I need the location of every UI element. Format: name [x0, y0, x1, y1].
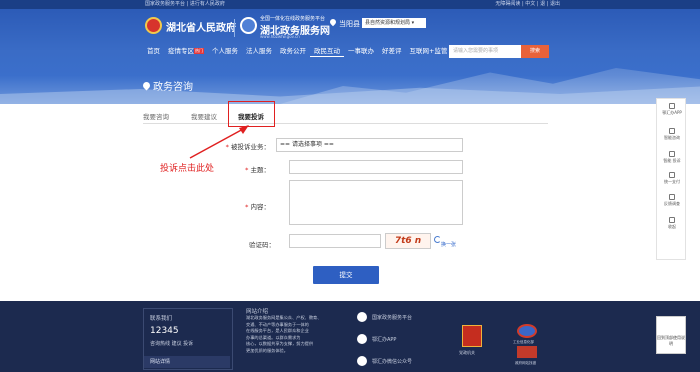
header-divider	[234, 19, 235, 37]
chat-icon	[669, 128, 675, 134]
nav-personal[interactable]: 个人服务	[208, 45, 242, 57]
hot-badge: 热门	[194, 48, 204, 54]
content-textarea[interactable]	[289, 180, 463, 225]
captcha-label: 验证码：	[249, 241, 275, 249]
nav-interaction[interactable]: 政民互动	[310, 45, 344, 57]
refresh-icon[interactable]	[434, 236, 441, 243]
location-pin-icon	[328, 17, 338, 27]
intro-title: 网站介绍	[246, 309, 269, 315]
footer-link-app[interactable]: 鄂汇办APP	[372, 336, 396, 343]
nav-home[interactable]: 首页	[143, 45, 164, 57]
tab-suggest[interactable]: 我要建议	[191, 111, 217, 121]
search-button[interactable]: 搜索	[521, 45, 549, 58]
highlight-box	[228, 101, 275, 127]
tab-consult[interactable]: 我要咨询	[143, 111, 169, 121]
nav-public[interactable]: 政务公开	[276, 45, 310, 57]
sidebar-pay[interactable]: 统一支付	[657, 172, 687, 185]
type-select[interactable]: == 请选择事项 ==	[276, 138, 463, 152]
site-details-button[interactable]: 网站详情	[144, 356, 230, 368]
nav-rating[interactable]: 好差评	[378, 45, 406, 57]
subject-input[interactable]	[289, 160, 463, 174]
subject-label: * 主题：	[245, 166, 270, 174]
footer-link-national[interactable]: 国家政务服务平台	[372, 314, 412, 321]
contact-note: 咨询热线 建议 投诉	[150, 341, 194, 347]
top-right-links[interactable]: 无障碍阅读 | 中文 | 退 | 退出	[495, 0, 560, 9]
app-icon	[357, 334, 367, 344]
captcha-image[interactable]: 7t6 n	[385, 233, 431, 249]
back-to-top-box[interactable]: 回到顶部使用说明	[656, 316, 686, 354]
sidebar-label: 鄂汇办APP	[662, 110, 682, 115]
search-input[interactable]: 请输入您需要的事项	[449, 45, 521, 58]
sidebar-label: 统一支付	[664, 179, 680, 184]
department-select[interactable]: 县自然资源和规划局 ▾	[362, 18, 426, 28]
service-subtitle: 全国一体化在线政务服务平台	[260, 16, 326, 22]
phone-icon	[669, 103, 675, 109]
content-label: * 内容：	[245, 203, 270, 211]
city-selector[interactable]: 当阳县	[339, 19, 360, 29]
nav-supervision[interactable]: 互联网+监管	[406, 45, 452, 57]
sidebar-collapse[interactable]: 收起	[657, 217, 687, 230]
nav-epidemic-label: 疫情专区	[168, 47, 194, 55]
captcha-input[interactable]	[289, 234, 381, 248]
wechat-icon	[357, 356, 367, 366]
service-logo-icon	[240, 17, 257, 34]
sidebar-app[interactable]: 鄂汇办APP	[657, 103, 687, 116]
nav-legal[interactable]: 法人服务	[242, 45, 276, 57]
service-url: www.hbzwfw.gov.cn	[260, 34, 300, 39]
gov-emblem-icon	[145, 17, 162, 34]
sidebar-label: 收起	[668, 224, 676, 229]
type-label: * 被投诉业务：	[225, 143, 270, 151]
floating-sidebar: 鄂汇办APP 智能咨询 智能 投诉 统一支付 反馈调查 收起	[656, 98, 686, 260]
sidebar-label: 反馈调查	[664, 201, 680, 206]
header: 湖北省人民政府 全国一体化在线政务服务平台 湖北政务服务网 www.hbzwfw…	[0, 9, 700, 104]
miit-badge-icon[interactable]	[517, 324, 537, 338]
nav-joint[interactable]: 一事联办	[344, 45, 378, 57]
badge-miit-label: 工业信息化部	[513, 340, 534, 344]
captcha-swap-link[interactable]: 换一张	[441, 241, 456, 248]
main-nav: 首页 疫情专区热门 个人服务 法人服务 政务公开 政民互动 一事联办 好差评 互…	[143, 45, 451, 57]
submit-button[interactable]: 提交	[313, 266, 379, 284]
error-report-badge-icon[interactable]	[517, 346, 537, 358]
badge-error-label: 政府网站找错	[515, 361, 536, 365]
top-links[interactable]: 国家政务服务平台 | 进行有人民政府	[145, 0, 225, 9]
sidebar-survey[interactable]: 反馈调查	[657, 194, 687, 207]
party-gov-badge-icon[interactable]	[462, 325, 482, 347]
top-bar: 国家政务服务平台 | 进行有人民政府 无障碍阅读 | 中文 | 退 | 退出	[0, 0, 700, 9]
sidebar-label: 智能咨询	[664, 135, 680, 140]
sidebar-label: 智能 投诉	[663, 158, 681, 163]
contact-title: 联系我们	[150, 316, 173, 322]
footer	[0, 301, 700, 372]
hotline-number: 12345	[150, 326, 179, 336]
page-title: 政务咨询	[153, 82, 193, 93]
badge-party-label: 党政机关	[459, 350, 475, 355]
title-pin-icon	[141, 80, 152, 91]
gov-name[interactable]: 湖北省人民政府	[166, 19, 236, 34]
national-platform-icon	[357, 312, 367, 322]
intro-text: 湖北政务服务网是集公众、产权、教育、 交通、不动产等办事服务于一体的 在线服务平台，…	[246, 315, 322, 353]
sidebar-complaint[interactable]: 智能 投诉	[657, 151, 687, 164]
tab-bar: 我要咨询 我要建议 我要投诉	[143, 107, 548, 124]
message-icon	[669, 151, 675, 157]
sidebar-consult[interactable]: 智能咨询	[657, 128, 687, 141]
nav-epidemic[interactable]: 疫情专区热门	[164, 45, 208, 57]
pay-icon	[669, 172, 675, 178]
collapse-icon	[669, 217, 675, 223]
survey-icon	[669, 194, 675, 200]
footer-link-wechat[interactable]: 鄂汇办微信公众号	[372, 358, 412, 365]
